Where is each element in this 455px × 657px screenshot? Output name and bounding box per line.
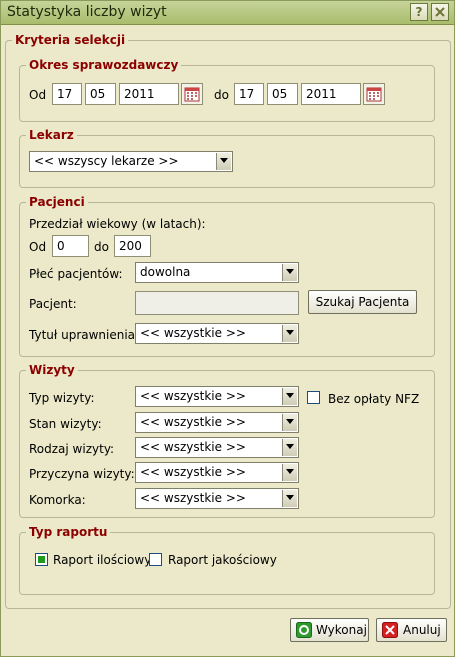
execute-button[interactable]: Wykonaj xyxy=(290,618,369,642)
to-calendar-button[interactable] xyxy=(363,83,385,105)
visit-reason-select[interactable]: << wszystkie >> xyxy=(135,462,299,483)
visit-type-label: Typ wizyty: xyxy=(29,391,95,405)
execute-icon xyxy=(296,622,312,638)
quantitative-report-checkbox[interactable] xyxy=(35,553,48,566)
search-patient-button[interactable]: Szukaj Pacjenta xyxy=(308,290,417,314)
calendar-icon xyxy=(366,87,382,102)
age-from-label: Od xyxy=(29,240,47,254)
visit-kind-select-value: << wszystkie >> xyxy=(140,440,246,454)
entitlement-select[interactable]: << wszystkie >> xyxy=(135,323,299,344)
calendar-icon xyxy=(184,87,200,102)
help-icon: ? xyxy=(415,5,423,19)
doctor-select-value: << wszyscy lekarze >> xyxy=(34,154,179,168)
period-legend: Okres sprawozdawczy xyxy=(29,58,179,72)
doctor-select[interactable]: << wszyscy lekarze >> xyxy=(29,151,233,172)
report-type-legend: Typ raportu xyxy=(29,525,108,539)
title-bar[interactable]: Statystyka liczby wizyt ? xyxy=(1,1,454,25)
period-to-label: do xyxy=(214,88,229,102)
from-day-input[interactable]: 17 xyxy=(52,83,82,105)
from-year-input[interactable]: 2011 xyxy=(119,83,179,105)
age-to-input[interactable]: 200 xyxy=(114,235,151,257)
chevron-down-icon[interactable] xyxy=(282,464,297,481)
qualitative-report-checkbox[interactable] xyxy=(149,553,162,566)
visit-reason-label: Przyczyna wizyty: xyxy=(29,467,135,481)
to-day-input[interactable]: 17 xyxy=(234,83,264,105)
chevron-down-icon[interactable] xyxy=(282,264,297,281)
visit-state-select[interactable]: << wszystkie >> xyxy=(135,412,299,433)
visit-kind-label: Rodzaj wizyty: xyxy=(29,442,115,456)
gender-select[interactable]: dowolna xyxy=(135,262,299,283)
visit-reason-select-value: << wszystkie >> xyxy=(140,465,246,479)
window-title: Statystyka liczby wizyt xyxy=(7,4,167,20)
patient-field xyxy=(135,291,299,315)
gender-select-value: dowolna xyxy=(140,265,191,279)
age-to-label: do xyxy=(94,240,109,254)
to-month-input[interactable]: 05 xyxy=(267,83,298,105)
patients-legend: Pacjenci xyxy=(29,195,85,209)
close-icon xyxy=(435,7,445,17)
entitlement-label: Tytuł uprawnienia: xyxy=(29,328,140,342)
close-button[interactable] xyxy=(431,3,449,21)
execute-button-label: Wykonaj xyxy=(316,623,367,637)
chevron-down-icon[interactable] xyxy=(282,414,297,431)
age-range-label: Przedział wiekowy (w latach): xyxy=(29,217,206,231)
cancel-button-label: Anuluj xyxy=(403,623,441,637)
cancel-icon xyxy=(382,622,398,638)
age-from-input[interactable]: 0 xyxy=(52,235,89,257)
visits-legend: Wizyty xyxy=(29,363,75,377)
cancel-button[interactable]: Anuluj xyxy=(376,618,447,642)
from-month-input[interactable]: 05 xyxy=(85,83,116,105)
chevron-down-icon[interactable] xyxy=(282,388,297,405)
period-from-label: Od xyxy=(29,88,47,102)
from-calendar-button[interactable] xyxy=(181,83,203,105)
cell-select[interactable]: << wszystkie >> xyxy=(135,488,299,509)
visit-type-select[interactable]: << wszystkie >> xyxy=(135,386,299,407)
entitlement-select-value: << wszystkie >> xyxy=(140,326,246,340)
doctor-legend: Lekarz xyxy=(29,128,74,142)
to-year-input[interactable]: 2011 xyxy=(301,83,361,105)
cell-label: Komorka: xyxy=(29,493,86,507)
visit-type-select-value: << wszystkie >> xyxy=(140,389,246,403)
chevron-down-icon[interactable] xyxy=(282,490,297,507)
patient-label: Pacjent: xyxy=(29,297,77,311)
visit-kind-select[interactable]: << wszystkie >> xyxy=(135,437,299,458)
visit-state-select-value: << wszystkie >> xyxy=(140,415,246,429)
report-dialog: Statystyka liczby wizyt ? Kryteria selek… xyxy=(0,0,455,657)
help-button[interactable]: ? xyxy=(410,3,428,21)
chevron-down-icon[interactable] xyxy=(282,439,297,456)
chevron-down-icon[interactable] xyxy=(216,153,231,170)
criteria-legend: Kryteria selekcji xyxy=(15,33,126,47)
no-fee-label: Bez opłaty NFZ xyxy=(328,392,420,406)
chevron-down-icon[interactable] xyxy=(282,325,297,342)
cell-select-value: << wszystkie >> xyxy=(140,491,246,505)
gender-label: Płeć pacjentów: xyxy=(29,267,123,281)
visit-state-label: Stan wizyty: xyxy=(29,417,102,431)
no-fee-checkbox[interactable] xyxy=(307,391,320,404)
quantitative-report-label: Raport ilościowy xyxy=(53,553,152,567)
qualitative-report-label: Raport jakościowy xyxy=(168,553,277,567)
